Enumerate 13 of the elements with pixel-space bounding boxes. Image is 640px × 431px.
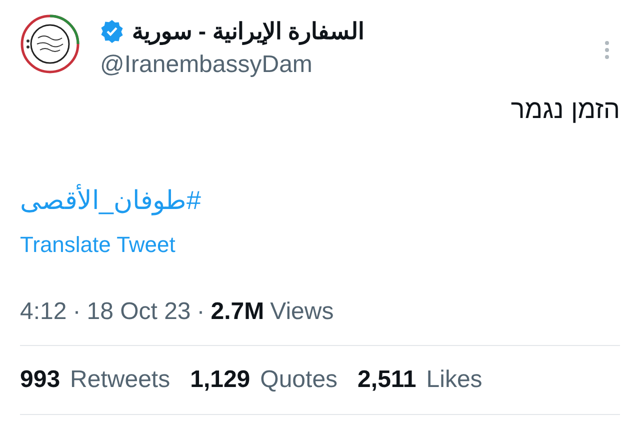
views-count: 2.7M xyxy=(210,297,264,327)
tweet-text: הזמן נגמר xyxy=(510,93,620,126)
avatar-logo-icon[interactable] xyxy=(20,14,80,74)
views-label: Views xyxy=(270,297,334,327)
author-name[interactable]: السفارة الإيرانية - سورية xyxy=(132,14,364,48)
tweet-time: 4:12 xyxy=(20,297,67,327)
author-handle[interactable]: @IranembassyDam xyxy=(100,48,604,82)
stat-link[interactable]: 993 Retweets xyxy=(20,364,170,396)
tweet-date: 18 Oct 23 xyxy=(86,297,191,327)
separator-dot: · xyxy=(72,297,81,327)
stat-link[interactable]: 2,511 Likes xyxy=(358,364,482,396)
separator-dot: · xyxy=(196,297,205,327)
stat-link[interactable]: 1,129 Quotes xyxy=(190,364,338,396)
